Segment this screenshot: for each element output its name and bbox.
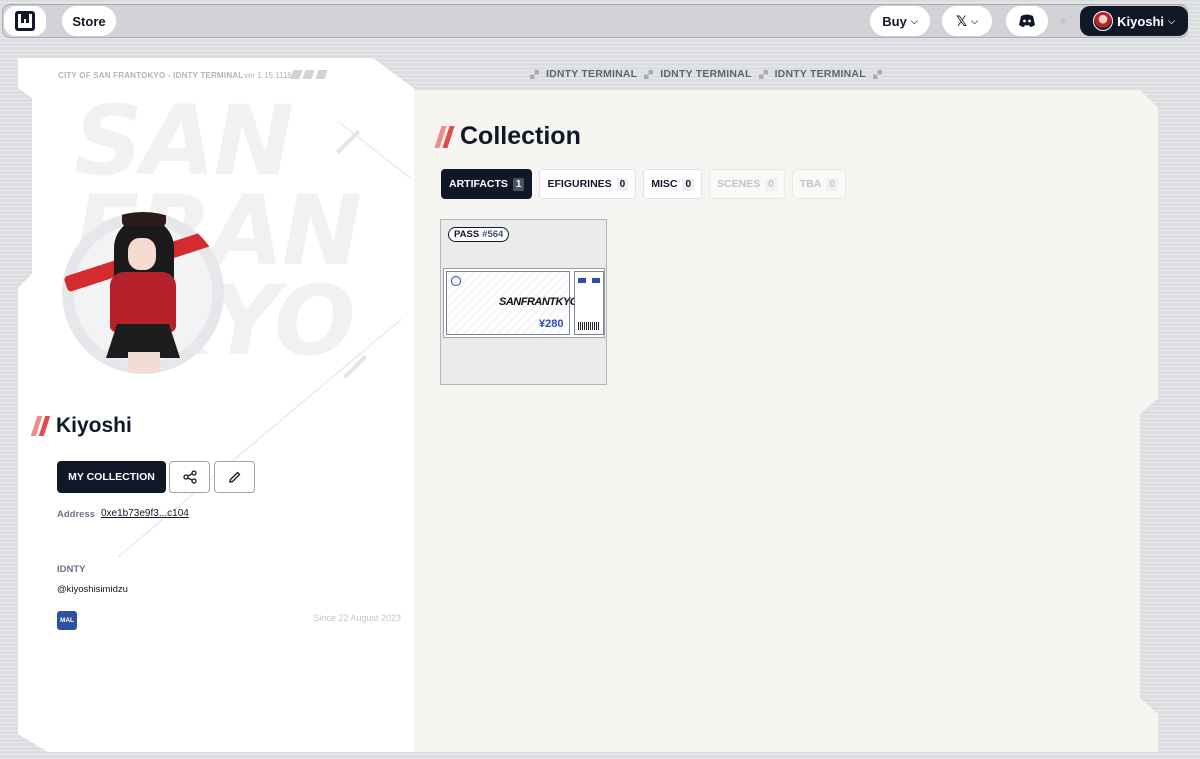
header-decor-bars <box>290 70 328 79</box>
tab-count-badge: 0 <box>682 177 695 191</box>
share-icon <box>182 470 197 484</box>
user-avatar <box>1093 11 1114 31</box>
chevron-down-icon: ⌵ <box>910 15 918 26</box>
ticket-main-section: SANFRANTKYO ¥280 <box>446 271 578 335</box>
terminal-header-text: CITY OF SAN FRANTOKYO - IDNTY TERMINAL <box>58 71 244 80</box>
ticket-price: ¥280 <box>539 318 564 330</box>
pencil-icon <box>228 471 240 483</box>
profile-name-row: Kiyoshi <box>30 414 132 438</box>
my-collection-button[interactable]: MY COLLECTION <box>57 461 166 493</box>
chevron-down-icon: ⌵ <box>971 15 979 26</box>
tab-tba: TBA 0 <box>791 169 846 199</box>
nav-separator-dot <box>1060 18 1066 24</box>
idnty-label: IDNTY <box>57 564 86 575</box>
store-button[interactable]: Store <box>62 6 116 36</box>
pixel-diamond-icon <box>872 69 882 79</box>
tab-count-badge: 0 <box>826 177 838 191</box>
tab-count-badge: 1 <box>512 177 525 191</box>
ticket-seal-icon <box>451 276 461 286</box>
pass-tag: PASS #564 <box>448 227 510 242</box>
address-link[interactable]: 0xe1b73e9f3...c104 <box>101 508 189 519</box>
terminal-banner: IDNTY TERMINAL IDNTY TERMINAL IDNTY TERM… <box>530 68 882 80</box>
barcode-icon <box>578 322 600 330</box>
tab-count-badge: 0 <box>765 177 777 191</box>
address-label: Address <box>57 509 96 520</box>
tab-count-badge: 0 <box>616 177 629 191</box>
pixel-diamond-icon <box>644 69 654 79</box>
ticket-logo-text: SANFRANTKYO <box>499 296 578 308</box>
discord-icon <box>1019 14 1035 27</box>
share-button[interactable] <box>169 461 210 493</box>
profile-name: Kiyoshi <box>56 414 132 437</box>
tab-efigurines[interactable]: EFIGURINES 0 <box>539 169 637 199</box>
pixel-diamond-icon <box>758 69 768 79</box>
ticket-image: SANFRANTKYO ¥280 <box>443 268 605 338</box>
user-menu-button[interactable]: Kiyoshi ⌵ <box>1080 6 1188 36</box>
pixel-diamond-icon <box>530 69 539 79</box>
chevron-down-icon: ⌵ <box>1168 15 1175 26</box>
x-social-dropdown-button[interactable]: 𝕏 ⌵ <box>942 6 992 36</box>
version-text: ver 1.15.1116 <box>244 71 292 80</box>
home-logo-button[interactable] <box>4 6 46 36</box>
profile-avatar <box>62 212 224 374</box>
ticket-stub <box>574 271 604 335</box>
site-logo-icon <box>15 11 35 31</box>
tab-artifacts[interactable]: ARTIFACTS 1 <box>441 169 533 199</box>
page-title: Collection <box>460 122 581 150</box>
collection-title-row: Collection <box>434 122 581 151</box>
collection-item-card[interactable]: PASS #564 SANFRANTKYO ¥280 <box>440 219 607 385</box>
discord-button[interactable] <box>1006 6 1048 36</box>
edit-button[interactable] <box>214 461 255 493</box>
member-since-text: Since 22 August 2023 <box>313 613 401 623</box>
buy-dropdown-button[interactable]: Buy ⌵ <box>870 6 930 36</box>
collection-tabs: ARTIFACTS 1 EFIGURINES 0 MISC 0 SCENES 0… <box>441 169 846 199</box>
x-logo-icon: 𝕏 <box>955 12 968 29</box>
mal-badge-icon[interactable]: MAL <box>57 611 77 630</box>
tab-scenes: SCENES 0 <box>709 169 785 199</box>
user-handle: @kiyoshisimidzu <box>57 584 128 595</box>
tab-misc[interactable]: MISC 0 <box>643 169 703 199</box>
